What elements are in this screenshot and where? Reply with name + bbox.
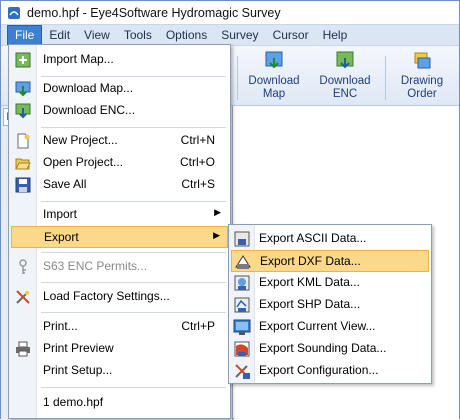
menu-view[interactable]: View <box>77 25 117 45</box>
print-setup-label: Print Setup... <box>43 363 113 377</box>
download-enc-label: Download ENC... <box>43 103 136 117</box>
print-preview-item[interactable]: Print Preview <box>11 338 228 360</box>
export-sounding-label: Export Sounding Data... <box>259 341 387 355</box>
download-map-icon <box>265 51 283 69</box>
export-current-view-item[interactable]: Export Current View... <box>231 316 429 338</box>
export-sounding-item[interactable]: Export Sounding Data... <box>231 338 429 360</box>
menu-separator <box>41 201 226 202</box>
download-enc-label: Download ENC <box>319 75 371 100</box>
download-enc-icon <box>336 51 354 69</box>
menu-separator <box>41 252 226 253</box>
drawing-order-button[interactable]: Drawing Order <box>391 50 453 104</box>
window-title: demo.hpf - Eye4Software Hydromagic Surve… <box>27 5 281 20</box>
export-label: Export <box>44 230 79 244</box>
new-project-label: New Project... <box>43 133 118 147</box>
new-project-item[interactable]: New Project... Ctrl+N <box>11 130 228 152</box>
export-shp-item[interactable]: Export SHP Data... <box>231 294 429 316</box>
menu-edit[interactable]: Edit <box>42 25 77 45</box>
toolbar-separator <box>385 56 386 100</box>
new-project-shortcut: Ctrl+N <box>180 133 215 147</box>
menu-bar: File Edit View Tools Options Survey Curs… <box>1 24 459 46</box>
download-map-label: Download Map <box>248 75 300 100</box>
menu-options[interactable]: Options <box>159 25 214 45</box>
export-view-icon <box>233 319 251 335</box>
export-current-view-label: Export Current View... <box>259 319 376 333</box>
s63-permits-label: S63 ENC Permits... <box>43 259 148 273</box>
download-map-icon <box>11 78 35 100</box>
export-configuration-icon <box>235 364 250 379</box>
submenu-arrow-icon: ▶ <box>213 230 220 240</box>
save-disk-icon <box>11 174 35 196</box>
download-map-label: Download Map... <box>43 81 134 95</box>
submenu-arrow-icon: ▶ <box>214 207 221 217</box>
save-all-shortcut: Ctrl+S <box>181 177 215 191</box>
export-dxf-item[interactable]: Export DXF Data... <box>231 250 429 272</box>
open-project-shortcut: Ctrl+O <box>179 155 215 169</box>
print-preview-label: Print Preview <box>43 341 114 355</box>
export-dxf-label: Export DXF Data... <box>260 254 361 268</box>
export-kml-label: Export KML Data... <box>259 275 360 289</box>
recent-file-item[interactable]: 1 demo.hpf <box>11 392 228 414</box>
export-dxf-icon <box>235 255 251 269</box>
export-submenu: Export ASCII Data... Export DXF Data... … <box>228 224 432 384</box>
recent-file-label: 1 demo.hpf <box>43 395 104 409</box>
key-icon <box>11 256 35 278</box>
download-enc-item[interactable]: Download ENC... <box>11 100 228 122</box>
menu-help[interactable]: Help <box>316 25 355 45</box>
download-map-button[interactable]: Download Map <box>243 50 305 104</box>
export-ascii-icon <box>234 231 250 247</box>
export-configuration-item[interactable]: Export Configuration... <box>231 360 429 382</box>
menu-separator <box>41 312 226 313</box>
export-ascii-item[interactable]: Export ASCII Data... <box>231 228 429 250</box>
print-setup-item[interactable]: Print Setup... <box>11 360 228 382</box>
export-configuration-label: Export Configuration... <box>259 363 379 377</box>
tools-icon <box>11 286 35 308</box>
download-enc-icon <box>11 100 35 122</box>
printer-icon <box>11 338 35 360</box>
download-map-item[interactable]: Download Map... <box>11 78 228 100</box>
load-factory-settings-label: Load Factory Settings... <box>43 289 170 303</box>
export-item[interactable]: Export ▶ <box>11 226 228 248</box>
toolbar-separator <box>237 56 238 100</box>
menu-survey[interactable]: Survey <box>214 25 265 45</box>
drawing-order-label: Drawing Order <box>400 75 444 100</box>
file-menu-dropdown: Import Map... Download Map... Download E… <box>8 44 231 419</box>
export-shp-label: Export SHP Data... <box>259 297 361 311</box>
open-project-label: Open Project... <box>43 155 124 169</box>
menu-cursor[interactable]: Cursor <box>266 25 316 45</box>
export-kml-item[interactable]: Export KML Data... <box>231 272 429 294</box>
export-ascii-label: Export ASCII Data... <box>259 231 367 245</box>
print-label: Print... <box>43 319 78 333</box>
save-all-label: Save All <box>43 177 87 191</box>
app-logo-icon <box>6 5 22 21</box>
export-kml-icon <box>234 275 250 291</box>
print-item[interactable]: Print... Ctrl+P <box>11 316 228 338</box>
title-bar: demo.hpf - Eye4Software Hydromagic Surve… <box>1 1 459 24</box>
open-folder-icon <box>11 152 35 174</box>
menu-separator <box>41 282 226 283</box>
export-sounding-icon <box>234 341 250 357</box>
s63-permits-item[interactable]: S63 ENC Permits... <box>11 256 228 278</box>
export-shp-icon <box>234 297 250 313</box>
menu-file[interactable]: File <box>7 25 43 45</box>
menu-separator <box>41 76 226 77</box>
import-map-icon <box>11 49 35 71</box>
load-factory-settings-item[interactable]: Load Factory Settings... <box>11 286 228 308</box>
download-enc-button[interactable]: Download ENC <box>314 50 376 104</box>
import-map-label: Import Map... <box>43 52 114 66</box>
import-item[interactable]: Import ▶ <box>11 204 228 226</box>
import-label: Import <box>43 207 78 221</box>
menu-separator <box>41 387 226 388</box>
print-shortcut: Ctrl+P <box>181 319 215 333</box>
menu-tools[interactable]: Tools <box>117 25 159 45</box>
import-map-item[interactable]: Import Map... <box>11 49 228 71</box>
drawing-order-icon <box>414 52 431 69</box>
save-all-item[interactable]: Save All Ctrl+S <box>11 174 228 196</box>
open-project-item[interactable]: Open Project... Ctrl+O <box>11 152 228 174</box>
new-document-icon <box>11 130 35 152</box>
menu-separator <box>41 127 226 128</box>
